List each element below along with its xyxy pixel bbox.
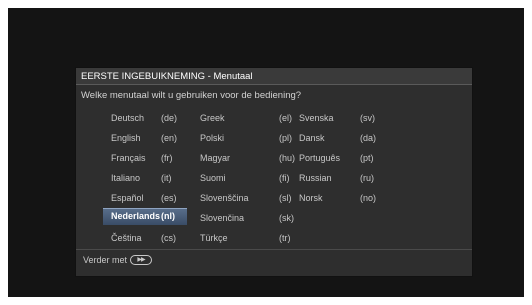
language-name: Russian xyxy=(299,173,332,183)
language-option-pt[interactable]: Português (pt) xyxy=(291,150,391,166)
language-code: (en) xyxy=(161,133,178,143)
language-option-ru[interactable]: Russian (ru) xyxy=(291,170,391,186)
language-code: (de) xyxy=(161,113,178,123)
language-name: Deutsch xyxy=(111,113,145,123)
language-name: Čeština xyxy=(111,233,142,243)
language-code: (sv) xyxy=(360,113,375,123)
language-option-pl[interactable]: Polski (pl) xyxy=(192,130,292,146)
language-code: (fr) xyxy=(161,153,173,163)
language-option-fr[interactable]: Français (fr) xyxy=(103,150,187,166)
language-name: Magyar xyxy=(200,153,231,163)
language-name: Slovenčina xyxy=(200,213,245,223)
first-setup-dialog: EERSTE INGEBUIKNEMING - Menutaal Welke m… xyxy=(76,68,472,276)
tv-screen: EERSTE INGEBUIKNEMING - Menutaal Welke m… xyxy=(8,8,524,297)
language-option-da[interactable]: Dansk (da) xyxy=(291,130,391,146)
language-name: Polski xyxy=(200,133,225,143)
language-code: (nl) xyxy=(161,211,175,221)
footer-label: Verder met xyxy=(83,255,128,265)
language-option-en[interactable]: English (en) xyxy=(103,130,187,146)
language-name: Dansk xyxy=(299,133,325,143)
language-code: (tr) xyxy=(279,233,291,243)
language-code: (da) xyxy=(360,133,377,143)
dialog-title: EERSTE INGEBUIKNEMING - Menutaal xyxy=(76,68,472,85)
language-code: (ru) xyxy=(360,173,374,183)
language-option-it[interactable]: Italiano (it) xyxy=(103,170,187,186)
language-code: (sl) xyxy=(279,193,292,203)
language-name: Español xyxy=(111,193,144,203)
language-option-sv[interactable]: Svenska (sv) xyxy=(291,110,391,126)
language-option-el[interactable]: Greek (el) xyxy=(192,110,292,126)
language-name: English xyxy=(111,133,141,143)
footer-divider xyxy=(76,249,472,250)
language-option-sk[interactable]: Slovenčina (sk) xyxy=(192,210,294,226)
footer-hint: Verder met ▶▶ xyxy=(83,254,153,266)
language-option-no[interactable]: Norsk (no) xyxy=(291,190,391,206)
dialog-question: Welke menutaal wilt u gebruiken voor de … xyxy=(81,90,302,101)
language-option-es[interactable]: Español (es) xyxy=(103,190,187,206)
language-name: Français xyxy=(111,153,146,163)
language-option-hu[interactable]: Magyar (hu) xyxy=(192,150,295,166)
language-code: (cs) xyxy=(161,233,176,243)
language-code: (es) xyxy=(161,193,177,203)
language-name: Português xyxy=(299,153,341,163)
language-name: Türkçe xyxy=(200,233,228,243)
language-name: Svenska xyxy=(299,113,334,123)
language-name: Norsk xyxy=(299,193,323,203)
language-name: Italiano xyxy=(111,173,141,183)
language-name: Suomi xyxy=(200,173,226,183)
language-name: Slovenščina xyxy=(200,193,249,203)
language-option-cs[interactable]: Čeština (cs) xyxy=(103,230,187,246)
language-option-sl[interactable]: Slovenščina (sl) xyxy=(192,190,292,206)
language-option-de[interactable]: Deutsch (de) xyxy=(103,110,187,126)
language-option-fi[interactable]: Suomi (fi) xyxy=(192,170,292,186)
language-code: (fi) xyxy=(279,173,290,183)
language-code: (pt) xyxy=(360,153,374,163)
language-name: Nederlands xyxy=(111,211,161,221)
language-option-tr[interactable]: Türkçe (tr) xyxy=(192,230,292,246)
language-option-nl-selected[interactable]: Nederlands (nl) xyxy=(103,208,187,225)
fast-forward-icon[interactable]: ▶▶ xyxy=(130,255,153,265)
language-name: Greek xyxy=(200,113,225,123)
language-code: (it) xyxy=(161,173,172,183)
language-code: (no) xyxy=(360,193,377,203)
language-code: (sk) xyxy=(279,213,294,223)
